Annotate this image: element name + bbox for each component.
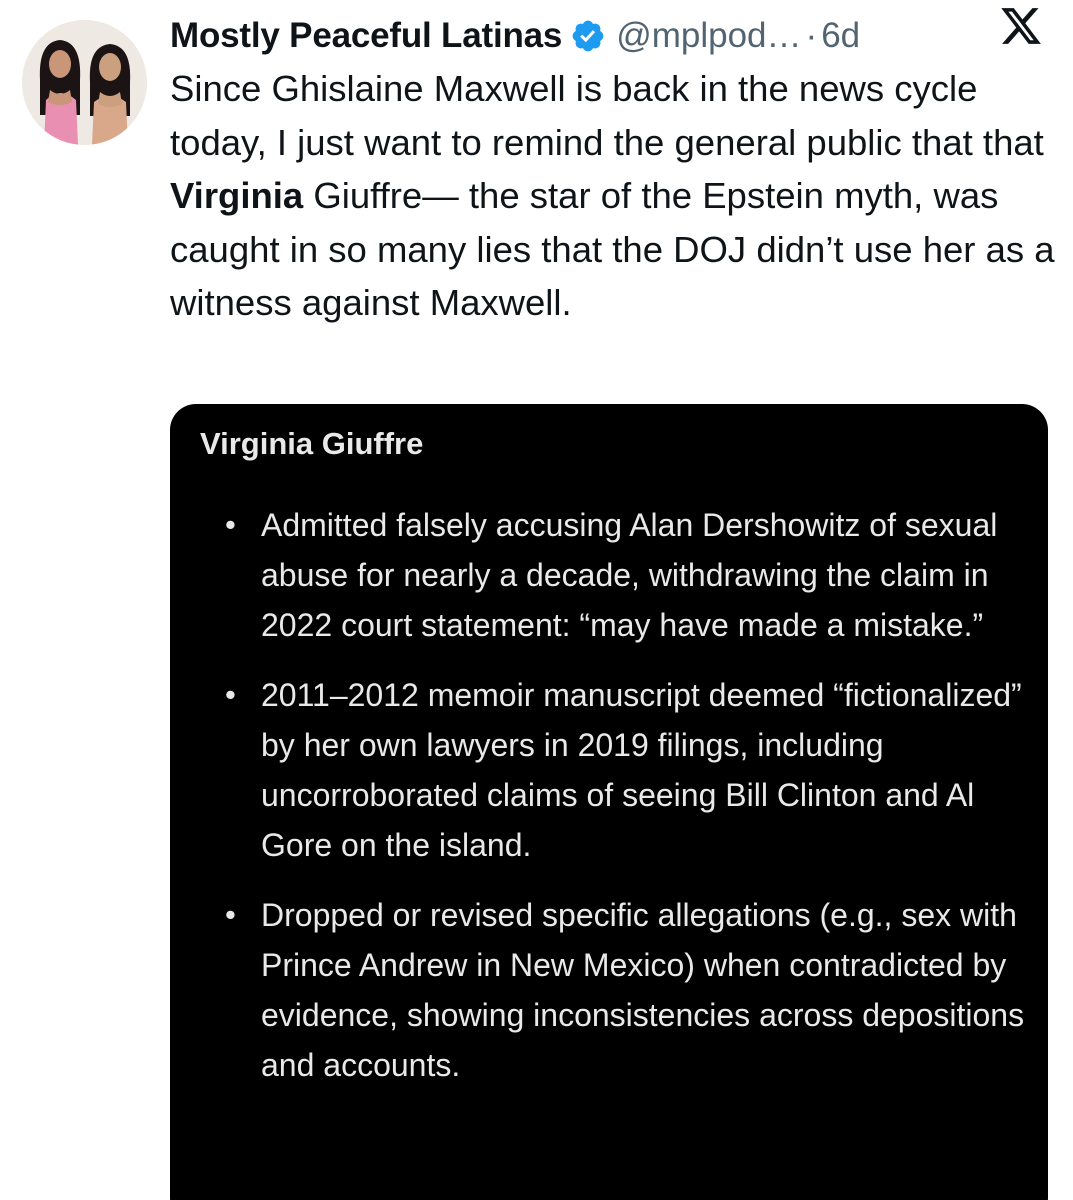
tweet-text-part-2: Giuffre— the star of the Epstein myth, w…: [170, 175, 1055, 323]
avatar[interactable]: [22, 20, 147, 145]
list-item: • 2011–2012 memoir manuscript deemed “fi…: [225, 670, 1025, 870]
card-title: Virginia Giuffre: [200, 426, 424, 461]
display-name[interactable]: Mostly Peaceful Latinas: [170, 16, 562, 56]
bullet-mark: •: [225, 677, 236, 712]
avatar-photo: [22, 20, 147, 145]
list-item: • Admitted falsely accusing Alan Dershow…: [225, 500, 1025, 650]
bullet-text: 2011–2012 memoir manuscript deemed “fict…: [261, 677, 1022, 863]
timestamp[interactable]: 6d: [821, 16, 860, 56]
bullet-text: Admitted falsely accusing Alan Dershowit…: [261, 507, 998, 643]
tweet-header: Mostly Peaceful Latinas @mplpod… · 6d: [170, 10, 1060, 62]
x-logo-icon: [1001, 8, 1041, 44]
tweet-text-part-1: Since Ghislaine Maxwell is back in the n…: [170, 68, 1044, 163]
attached-image[interactable]: Virginia Giuffre • Admitted falsely accu…: [170, 404, 1048, 1200]
list-item: • Dropped or revised specific allegation…: [225, 890, 1025, 1090]
bullet-mark: •: [225, 507, 236, 542]
bullet-mark: •: [225, 897, 236, 932]
separator-dot: ·: [805, 16, 818, 55]
user-handle[interactable]: @mplpod…: [616, 16, 801, 56]
verified-badge-icon: [572, 20, 604, 52]
bullet-text: Dropped or revised specific allegations …: [261, 897, 1025, 1083]
tweet-text-bold: Virginia: [170, 175, 304, 216]
tweet: Mostly Peaceful Latinas @mplpod… · 6d Si…: [0, 0, 1073, 1200]
bullet-list: • Admitted falsely accusing Alan Dershow…: [225, 500, 1025, 1110]
tweet-text: Since Ghislaine Maxwell is back in the n…: [170, 62, 1060, 330]
